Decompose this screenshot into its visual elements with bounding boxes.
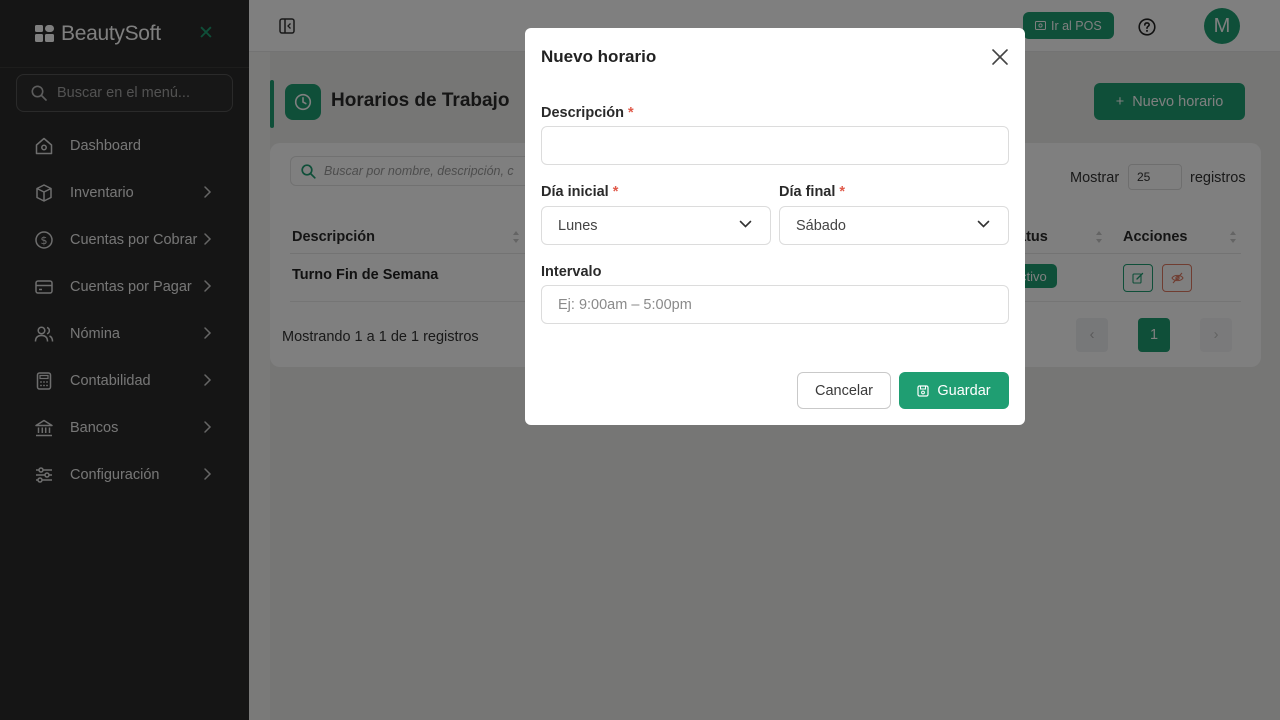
save-label: Guardar [937,382,991,399]
chevron-down-icon [739,220,752,228]
new-schedule-modal: Nuevo horario Descripción * Día inicial * … [525,28,1025,425]
required-marker: * [612,184,619,200]
dia-inicial-value: Lunes [558,217,598,234]
dia-final-select[interactable]: Sábado [779,206,1009,245]
dia-final-label: Día final * [779,184,846,200]
dia-inicial-label: Día inicial * [541,184,619,200]
modal-title: Nuevo horario [541,47,657,66]
intervalo-field[interactable] [541,285,1009,324]
descripcion-label: Descripción * [541,105,634,121]
descripcion-field[interactable] [541,126,1009,165]
cancel-button[interactable]: Cancelar [797,372,891,409]
dia-inicial-select[interactable]: Lunes [541,206,771,245]
required-marker: * [839,184,846,200]
dia-final-value: Sábado [796,217,846,234]
required-marker: * [628,105,634,121]
intervalo-label: Intervalo [541,264,602,280]
close-icon[interactable] [991,48,1009,66]
chevron-down-icon [977,220,990,228]
save-button[interactable]: Guardar [899,372,1009,409]
save-icon [917,384,929,397]
